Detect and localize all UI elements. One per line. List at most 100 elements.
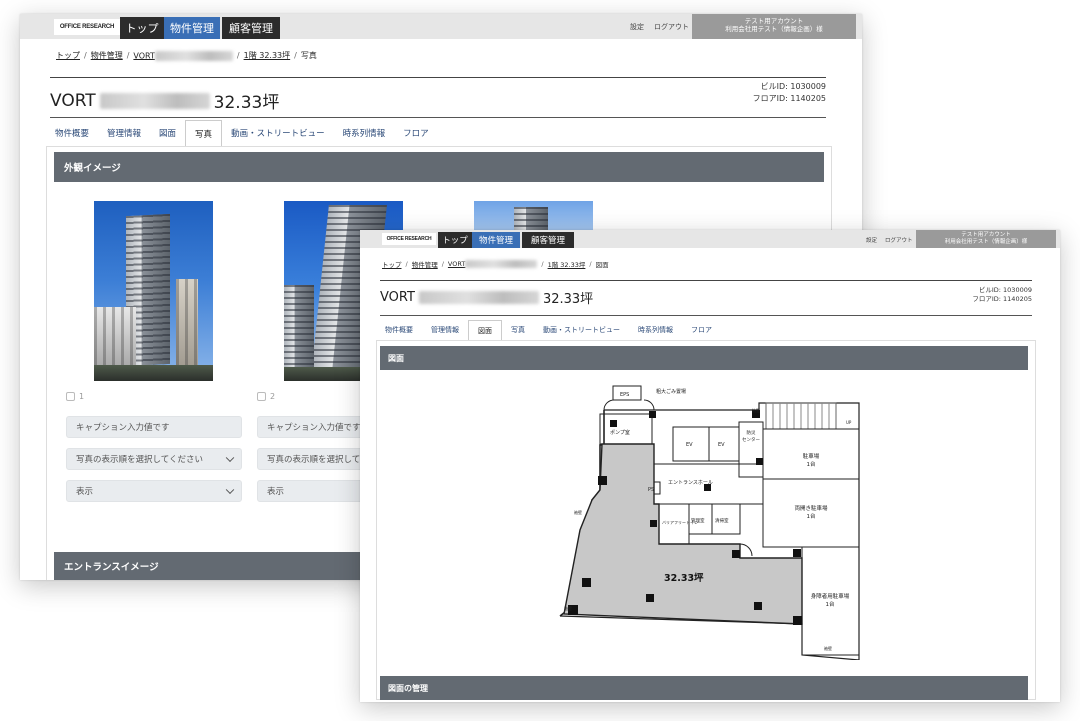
floor-id: フロアID: 1140205	[752, 93, 826, 103]
tab-drawing[interactable]: 図面	[150, 120, 185, 146]
title-divider	[380, 280, 1032, 281]
nav-top[interactable]: トップ	[438, 232, 472, 248]
plan-label-ev-2: EV	[718, 442, 725, 448]
header-divider	[50, 117, 826, 118]
photo-1-display-select[interactable]: 表示	[66, 480, 242, 502]
id-block: ビルID: 1030009 フロアID: 1140205	[972, 286, 1032, 305]
chevron-down-icon	[225, 485, 235, 495]
top-bar: OFFICE RESEARCH トップ 物件管理 顧客管理 設定 ログアウト テ…	[20, 14, 862, 39]
plan-label-eps: EPS	[620, 392, 629, 398]
tab-drawing[interactable]: 図面	[468, 320, 502, 340]
tab-overview[interactable]: 物件概要	[376, 320, 422, 340]
tab-photos[interactable]: 写真	[185, 120, 223, 146]
photo-1-number: 1	[79, 392, 85, 401]
nav-property-management[interactable]: 物件管理	[164, 17, 220, 39]
nav-property-management[interactable]: 物件管理	[472, 232, 520, 248]
plan-marker-up: UP	[846, 420, 852, 425]
user-account-badge[interactable]: テスト用アカウント 利用会社用テスト（情報企画）様	[692, 14, 856, 39]
plan-label-double-parking: 両開き駐車場 1台	[794, 504, 828, 520]
photo-2-number: 2	[270, 392, 276, 401]
nav-customer-management[interactable]: 顧客管理	[522, 232, 574, 248]
settings-link[interactable]: 設定	[866, 236, 877, 244]
building-id: ビルID: 1030009	[760, 82, 826, 91]
section-exterior-header: 外観イメージ	[54, 152, 824, 182]
page-title: VORT 32.33坪	[50, 90, 280, 114]
floor-plan-drawing[interactable]: EPS 粗大ごみ置場 ポンプ室 PS EV EV エントランスホール バリアフリ…	[544, 380, 864, 660]
plan-label-ps: PS	[648, 487, 654, 493]
plan-label-manager-room: 管理室	[691, 517, 705, 524]
photo-2-caption-input[interactable]: キャプション入力値です	[257, 416, 367, 438]
section-drawing-header: 図面	[380, 346, 1028, 370]
breadcrumb-current: 図面	[595, 261, 609, 269]
breadcrumb-property-management[interactable]: 物件管理	[412, 259, 438, 269]
top-links: 設定 ログアウト	[866, 236, 913, 244]
plan-label-pump-room: ポンプ室	[610, 429, 630, 436]
breadcrumb-building[interactable]: VORT	[133, 50, 233, 61]
plan-label-garbage: 粗大ごみ置場	[656, 388, 686, 395]
top-links: 設定 ログアウト	[630, 22, 689, 32]
tab-video-streetview[interactable]: 動画・ストリートビュー	[222, 120, 334, 146]
photo-1-caption-input[interactable]: キャプション入力値です	[66, 416, 242, 438]
header-divider	[380, 315, 1032, 316]
section-drawing-management-header: 図面の管理	[380, 676, 1028, 700]
plan-marker-wall-left: 袖壁	[574, 509, 582, 515]
user-account-name: テスト用アカウント	[961, 232, 1011, 238]
id-block: ビルID: 1030009 フロアID: 1140205	[753, 81, 826, 104]
exterior-photo-1[interactable]	[94, 201, 213, 381]
user-company-name: 利用会社用テスト（情報企画）様	[944, 238, 1028, 245]
plan-label-parking: 駐車場 1台	[803, 452, 820, 468]
tab-timeline[interactable]: 時系列情報	[629, 320, 682, 340]
tab-video-streetview[interactable]: 動画・ストリートビュー	[534, 320, 629, 340]
page-title: VORT 32.33坪	[380, 290, 594, 307]
settings-link[interactable]: 設定	[630, 22, 644, 32]
office-research-logo[interactable]: OFFICE RESEARCH	[382, 233, 436, 245]
breadcrumb: トップ / 物件管理 / VORT/ 1階 32.33坪 / 図面	[382, 259, 609, 269]
tab-photos[interactable]: 写真	[502, 320, 534, 340]
user-account-name: テスト用アカウント	[744, 17, 804, 25]
breadcrumb-building[interactable]: VORT	[448, 260, 538, 268]
plan-marker-wall-right: 袖壁	[824, 645, 832, 651]
plan-label-disaster-center: 防災センター	[742, 429, 760, 443]
tab-overview[interactable]: 物件概要	[46, 120, 98, 146]
drawing-window: OFFICE RESEARCH トップ 物件管理 顧客管理 設定 ログアウト テ…	[360, 230, 1060, 702]
tab-floor[interactable]: フロア	[394, 120, 438, 146]
tab-management-info[interactable]: 管理情報	[98, 120, 150, 146]
tab-floor[interactable]: フロア	[682, 320, 721, 340]
tab-timeline[interactable]: 時系列情報	[334, 120, 395, 146]
plan-marker-wall-bottom: 袖壁	[564, 605, 572, 611]
user-company-name: 利用会社用テスト（情報企画）様	[725, 25, 823, 34]
breadcrumb: トップ / 物件管理 / VORT/ 1階 32.33坪 / 写真	[56, 50, 317, 61]
photo-2-select[interactable]: 2	[257, 392, 275, 401]
logout-link[interactable]: ログアウト	[885, 236, 913, 244]
tab-bar: 物件概要 管理情報 図面 写真 動画・ストリートビュー 時系列情報 フロア	[376, 320, 721, 340]
top-bar: OFFICE RESEARCH トップ 物件管理 顧客管理 設定 ログアウト テ…	[360, 230, 1060, 248]
plan-label-accessible-parking: 身障者用駐車場 1台	[811, 592, 850, 608]
tab-management-info[interactable]: 管理情報	[422, 320, 468, 340]
plan-marker-wall-top: 袖壁	[752, 407, 760, 413]
plan-area-label: 32.33坪	[664, 572, 704, 584]
breadcrumb-floor[interactable]: 1階 32.33坪	[244, 50, 291, 61]
office-research-logo[interactable]: OFFICE RESEARCH	[54, 19, 120, 35]
plan-label-ev-1: EV	[686, 442, 693, 448]
breadcrumb-current: 写真	[300, 51, 317, 60]
photo-1-select[interactable]: 1	[66, 392, 84, 401]
title-divider	[50, 77, 826, 78]
plan-label-cleaning-room: 清掃室	[715, 517, 729, 524]
nav-top[interactable]: トップ	[120, 17, 164, 39]
breadcrumb-top[interactable]: トップ	[382, 259, 402, 269]
building-id: ビルID: 1030009	[978, 286, 1032, 294]
breadcrumb-top[interactable]: トップ	[56, 50, 80, 61]
photo-2-order-select[interactable]: 写真の表示順を選択して	[257, 448, 367, 470]
photo-2-display-select[interactable]: 表示	[257, 480, 367, 502]
chevron-down-icon	[225, 453, 235, 463]
plan-label-entrance-hall: エントランスホール	[668, 480, 713, 486]
breadcrumb-property-management[interactable]: 物件管理	[91, 50, 123, 61]
nav-customer-management[interactable]: 顧客管理	[222, 17, 280, 39]
tab-bar: 物件概要 管理情報 図面 写真 動画・ストリートビュー 時系列情報 フロア	[46, 120, 438, 146]
breadcrumb-floor[interactable]: 1階 32.33坪	[548, 259, 586, 269]
photo-2-checkbox[interactable]	[257, 392, 266, 401]
photo-1-checkbox[interactable]	[66, 392, 75, 401]
logout-link[interactable]: ログアウト	[654, 22, 689, 32]
photo-1-order-select[interactable]: 写真の表示順を選択してください	[66, 448, 242, 470]
user-account-badge[interactable]: テスト用アカウント 利用会社用テスト（情報企画）様	[916, 230, 1056, 248]
